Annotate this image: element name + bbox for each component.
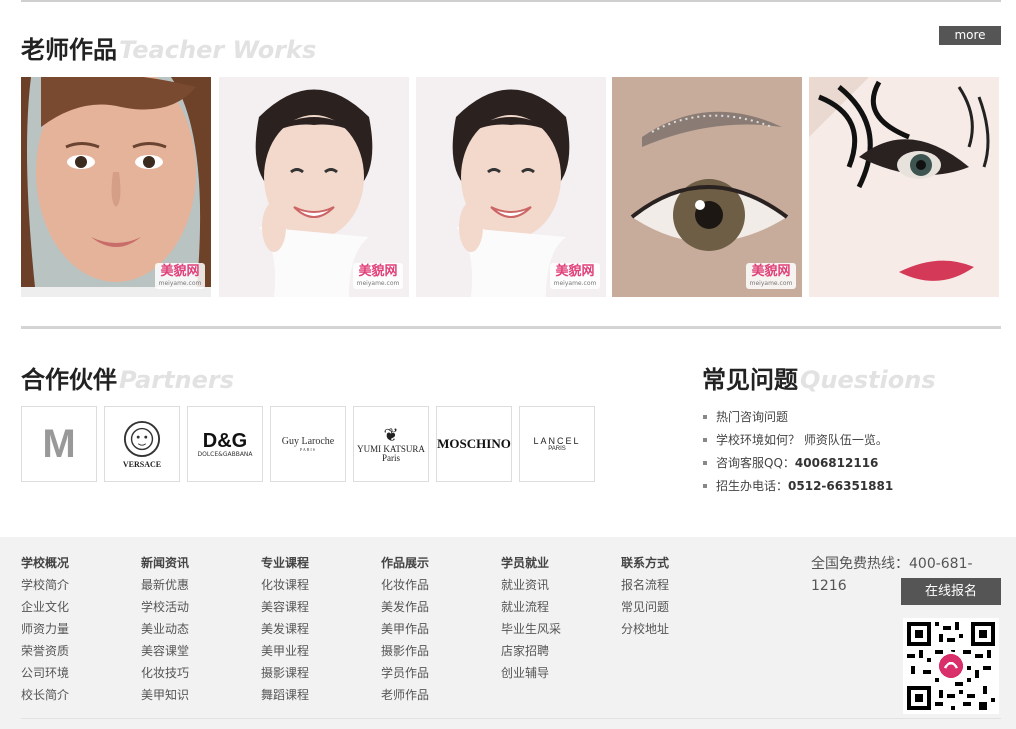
yk-emblem-icon: ❦ bbox=[383, 425, 399, 445]
footer-link[interactable]: 荣誉资质 bbox=[21, 643, 131, 665]
footer-column-employment: 学员就业 就业资讯 就业流程 毕业生风采 店家招聘 创业辅导 bbox=[501, 555, 611, 687]
section-title-cn: 常见问题 bbox=[702, 366, 798, 394]
footer-link[interactable]: 就业资讯 bbox=[501, 577, 611, 599]
footer-link[interactable]: 化妆作品 bbox=[381, 577, 491, 599]
footer-link[interactable]: 学校活动 bbox=[141, 599, 251, 621]
footer-link[interactable]: 美容课程 bbox=[261, 599, 371, 621]
partner-logos: M VERSACE D&G DOLCE&GABBANA Guy Laroche PA… bbox=[21, 406, 602, 482]
footer-link[interactable]: 就业流程 bbox=[501, 599, 611, 621]
more-button[interactable]: more bbox=[939, 26, 1001, 45]
teacher-works-title: 老师作品 Teacher Works bbox=[21, 30, 316, 65]
footer-link[interactable]: 最新优惠 bbox=[141, 577, 251, 599]
footer-link[interactable]: 美甲知识 bbox=[141, 687, 251, 709]
footer-heading: 作品展示 bbox=[381, 556, 430, 570]
partner-logo-dg[interactable]: D&G DOLCE&GABBANA bbox=[187, 406, 263, 482]
footer-heading: 专业课程 bbox=[261, 556, 310, 570]
footer-link[interactable]: 美业动态 bbox=[141, 621, 251, 643]
bottom-divider bbox=[21, 718, 1001, 719]
footer-link[interactable]: 美甲作品 bbox=[381, 621, 491, 643]
partner-logo-lancel[interactable]: LANCEL PARIS bbox=[519, 406, 595, 482]
partner-logo-m[interactable]: M bbox=[21, 406, 97, 482]
work-image-5[interactable] bbox=[809, 77, 999, 297]
footer-column-contact: 联系方式 报名流程 常见问题 分校地址 bbox=[621, 555, 731, 643]
medusa-icon bbox=[123, 420, 161, 457]
watermark: 美貌网 meiyame.com bbox=[155, 263, 205, 289]
footer-link[interactable]: 公司环境 bbox=[21, 665, 131, 687]
footer-column-works: 作品展示 化妆作品 美发作品 美甲作品 摄影作品 学员作品 老师作品 bbox=[381, 555, 491, 709]
work-image-4[interactable]: 美貌网 meiyame.com bbox=[612, 77, 802, 297]
work-image-2[interactable]: 美貌网 meiyame.com bbox=[219, 77, 409, 297]
footer: 学校概况 学校简介 企业文化 师资力量 荣誉资质 公司环境 校长简介 新闻资讯 … bbox=[0, 537, 1016, 729]
partner-logo-versace[interactable]: VERSACE bbox=[104, 406, 180, 482]
footer-link[interactable]: 摄影作品 bbox=[381, 643, 491, 665]
faq-item[interactable]: 热门咨询问题 bbox=[702, 409, 893, 432]
footer-heading: 学校概况 bbox=[21, 556, 70, 570]
footer-link[interactable]: 常见问题 bbox=[621, 599, 731, 621]
partner-logo-yumi-katsura[interactable]: ❦ YUMI KATSURA Paris bbox=[353, 406, 429, 482]
faq-list: 热门咨询问题 学校环境如何？ 师资队伍一览。 咨询客服QQ：4006812116… bbox=[702, 409, 893, 501]
footer-link[interactable]: 摄影课程 bbox=[261, 665, 371, 687]
footer-column-courses: 专业课程 化妆课程 美容课程 美发课程 美甲业程 摄影课程 舞蹈课程 bbox=[261, 555, 371, 709]
faq-item[interactable]: 咨询客服QQ：4006812116 bbox=[702, 455, 893, 478]
footer-link[interactable]: 企业文化 bbox=[21, 599, 131, 621]
footer-link[interactable]: 学员作品 bbox=[381, 665, 491, 687]
section-title-cn: 合作伙伴 bbox=[21, 366, 117, 394]
footer-heading: 联系方式 bbox=[621, 556, 670, 570]
work-image-3[interactable]: 美貌网 meiyame.com bbox=[416, 77, 606, 297]
footer-link[interactable]: 学校简介 bbox=[21, 577, 131, 599]
online-signup-button[interactable]: 在线报名 bbox=[901, 578, 1001, 605]
faq-title: 常见问题 Questions bbox=[702, 360, 936, 395]
section-title-en: Teacher Works bbox=[119, 36, 317, 64]
watermark: 美貌网 meiyame.com bbox=[353, 263, 403, 289]
footer-link[interactable]: 老师作品 bbox=[381, 687, 491, 709]
watermark: 美貌网 meiyame.com bbox=[746, 263, 796, 289]
footer-link[interactable]: 舞蹈课程 bbox=[261, 687, 371, 709]
faq-item[interactable]: 招生办电话：0512-66351881 bbox=[702, 478, 893, 501]
footer-link[interactable]: 美甲业程 bbox=[261, 643, 371, 665]
teacher-works-gallery: 美貌网 meiyame.com 美貌网 meiyame.com 美貌网 meiy… bbox=[21, 77, 1001, 297]
footer-link[interactable]: 美发作品 bbox=[381, 599, 491, 621]
footer-link[interactable]: 美容课堂 bbox=[141, 643, 251, 665]
footer-link[interactable]: 报名流程 bbox=[621, 577, 731, 599]
footer-link[interactable]: 创业辅导 bbox=[501, 665, 611, 687]
footer-heading: 新闻资讯 bbox=[141, 556, 190, 570]
section-divider bbox=[21, 326, 1001, 329]
top-divider bbox=[21, 0, 1001, 2]
footer-column-news: 新闻资讯 最新优惠 学校活动 美业动态 美容课堂 化妆技巧 美甲知识 bbox=[141, 555, 251, 709]
footer-column-about: 学校概况 学校简介 企业文化 师资力量 荣誉资质 公司环境 校长简介 bbox=[21, 555, 131, 709]
footer-link[interactable]: 店家招聘 bbox=[501, 643, 611, 665]
work-image-1[interactable]: 美貌网 meiyame.com bbox=[21, 77, 211, 297]
footer-link[interactable]: 化妆技巧 bbox=[141, 665, 251, 687]
qr-code-icon bbox=[903, 618, 999, 714]
section-title-cn: 老师作品 bbox=[21, 36, 117, 64]
section-title-en: Partners bbox=[119, 366, 235, 394]
partners-title: 合作伙伴 Partners bbox=[21, 360, 234, 395]
footer-link[interactable]: 师资力量 bbox=[21, 621, 131, 643]
partner-logo-guy-laroche[interactable]: Guy Laroche PARIS bbox=[270, 406, 346, 482]
watermark: 美貌网 meiyame.com bbox=[550, 263, 600, 289]
footer-link[interactable]: 化妆课程 bbox=[261, 577, 371, 599]
footer-link[interactable]: 校长简介 bbox=[21, 687, 131, 709]
footer-link[interactable]: 毕业生风采 bbox=[501, 621, 611, 643]
footer-link[interactable]: 分校地址 bbox=[621, 621, 731, 643]
section-title-en: Questions bbox=[800, 366, 936, 394]
footer-link[interactable]: 美发课程 bbox=[261, 621, 371, 643]
partner-logo-moschino[interactable]: MOSCHINO bbox=[436, 406, 512, 482]
faq-item[interactable]: 学校环境如何？ 师资队伍一览。 bbox=[702, 432, 893, 455]
footer-heading: 学员就业 bbox=[501, 556, 550, 570]
